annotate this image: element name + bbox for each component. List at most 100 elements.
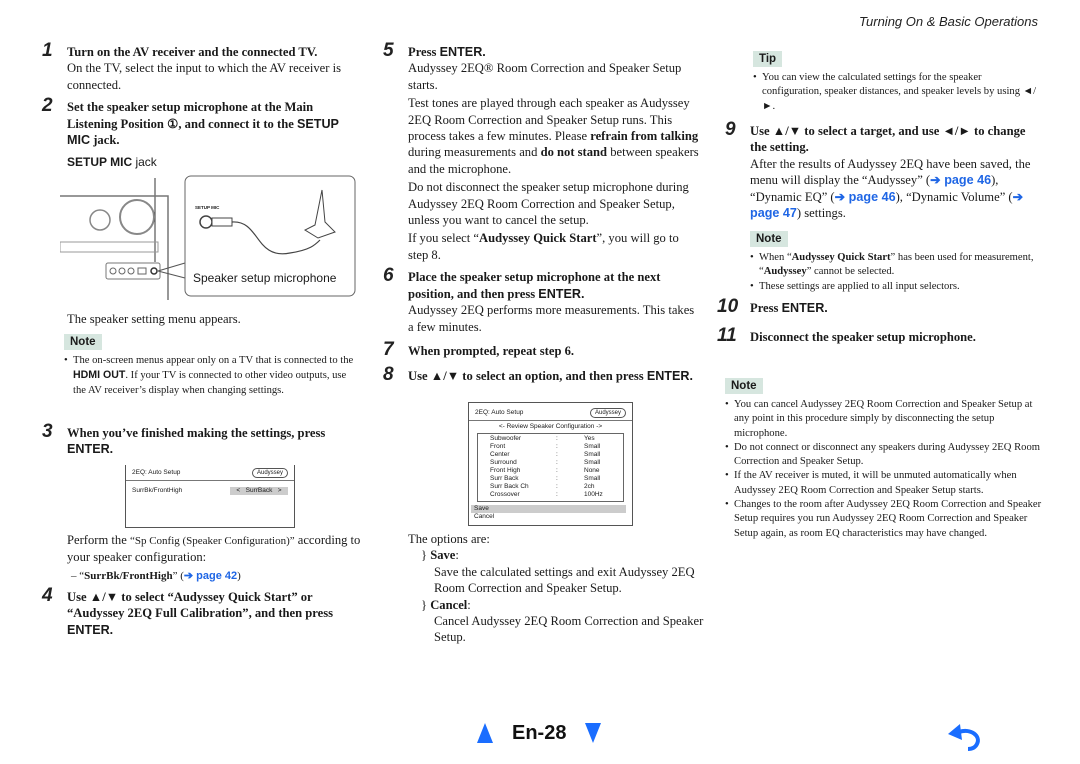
tip-box: Tip You can view the calculated settings… (753, 50, 1043, 114)
option-cancel-description: Cancel Audyssey 2EQ Room Correction and … (434, 614, 704, 645)
osd-config-label: Surround (490, 459, 517, 466)
osd-title-bar: 2EQ: Auto Setup Audyssey (126, 465, 294, 481)
previous-page-icon[interactable] (476, 722, 494, 744)
caption-bold: SETUP MIC (67, 155, 133, 169)
step-2: 2 Set the speaker setup microphone at th… (42, 95, 360, 148)
osd-subtitle: <- Review Speaker Configuration -> (498, 423, 603, 430)
return-icon[interactable] (945, 722, 985, 752)
step-4-block: 4 Use ▲/▼ to select “Audyssey Quick Star… (42, 585, 360, 638)
body-text: Audyssey Quick Start (478, 231, 597, 246)
next-page-icon[interactable] (584, 722, 602, 744)
title-text: jack. (90, 133, 120, 148)
step-body: On the TV, select the input to which the… (67, 61, 341, 92)
note-1: Note The on-screen menus appear only on … (64, 333, 360, 398)
osd-config-value: 100Hz (584, 491, 603, 498)
page-link[interactable]: ➔ page 42 (184, 570, 237, 582)
item-text: ) (237, 569, 241, 582)
page-link[interactable]: ➔ page 46 (835, 190, 896, 204)
osd-cancel-option[interactable]: Cancel (469, 513, 632, 521)
title-text: Use ▲/▼ to select an option, and then pr… (408, 369, 647, 384)
note-item: When “Audyssey Quick Start” has been use… (750, 251, 1045, 280)
osd-config-row: Front: Small (478, 443, 623, 451)
step-3: 3 When you’ve finished making the settin… (42, 422, 360, 458)
osd-config-value: Yes (584, 435, 595, 442)
step-number: 5 (383, 40, 394, 61)
osd-config-label: Surr Back Ch (490, 483, 529, 490)
osd-save-option[interactable]: Save (471, 505, 626, 513)
option-label: Cancel (430, 597, 468, 612)
jack-label: SETUP MIC (195, 205, 220, 210)
middle-column: 5 Press ENTER. Audyssey 2EQ® Room Correc… (383, 40, 701, 385)
osd-config-table: Subwoofer: Yes Front: Small Center: Small Surr… (477, 433, 624, 502)
title-text: ENTER. (781, 301, 828, 315)
step-number: 2 (42, 95, 53, 117)
step-title: Use ▲/▼ to select an option, and then pr… (408, 368, 701, 384)
osd-config-row: Front High: None (478, 467, 623, 475)
tip-item: You can view the calculated settings for… (753, 71, 1043, 114)
osd-config-sep: : (556, 467, 558, 474)
step-title: Disconnect the speaker setup microphone. (750, 330, 976, 345)
note-text: The on-screen menus appear only on a TV … (73, 355, 354, 366)
item-text: ” ( (172, 569, 184, 582)
note-item: If the AV receiver is muted, it will be … (725, 469, 1043, 498)
osd-config-value: 2ch (584, 483, 595, 490)
osd-rows: Subwoofer: Yes Front: Small Center: Small Surr… (478, 435, 623, 499)
title-text: Use ▲/▼ to select “Audyssey Quick Start”… (67, 590, 334, 621)
osd-row[interactable]: SurrBk/FrontHigh < SurrBack > (126, 481, 294, 501)
note-text: ” cannot be selected. (806, 266, 895, 278)
step-title: Turn on the AV receiver and the connecte… (67, 45, 318, 59)
mic-label: Speaker setup microphone (193, 271, 337, 285)
note-text: Audyssey (763, 266, 807, 278)
step-number: 4 (42, 585, 53, 606)
page-navigation: En-28 (476, 722, 602, 744)
section-header: Turning On & Basic Operations (859, 14, 1038, 29)
osd-badge: Audyssey (589, 408, 626, 418)
options-intro: The options are: (408, 532, 490, 546)
step-number: 1 (42, 40, 53, 61)
title-text: Set the speaker setup microphone at the … (67, 100, 314, 131)
osd-config-value: Small (584, 475, 601, 482)
step-title: Press ENTER. (408, 44, 701, 60)
option-label: Save (430, 548, 456, 563)
step-title: Press ENTER. (750, 300, 1043, 316)
step-9: 9 Use ▲/▼ to select a target, and use ◄/… (725, 120, 1043, 221)
osd-row-value[interactable]: < SurrBack > (230, 487, 288, 495)
step-5: 5 Press ENTER. Audyssey 2EQ® Room Correc… (383, 40, 701, 263)
step-number: 7 (383, 338, 394, 360)
title-text: ENTER. (67, 442, 114, 457)
body-text: do not stand (540, 145, 608, 160)
left-column: 1 Turn on the AV receiver and the connec… (42, 40, 360, 148)
note-item: Changes to the room after Audyssey 2EQ R… (725, 498, 1043, 541)
options-section: The options are: } Save: Save the calcul… (408, 531, 708, 646)
title-text: Press (408, 45, 440, 59)
step-body: If you select “Audyssey Quick Start”, yo… (408, 230, 701, 263)
step-number: 10 (717, 296, 739, 317)
osd-config-value: Small (584, 451, 601, 458)
body-text: refrain from talking (590, 129, 699, 144)
title-text: ENTER. (646, 369, 693, 384)
note-label: Note (725, 378, 763, 394)
figure-caption: SETUP MIC jack (67, 154, 157, 170)
note-text: Audyssey Quick Start (791, 252, 891, 263)
osd-config-value: Small (584, 459, 601, 466)
perform-item: – “SurrBk/FrontHigh” (➔ page 42) (67, 568, 362, 584)
title-text: ENTER. (439, 45, 486, 59)
perform-text-part: Perform the (67, 533, 130, 547)
step-1: 1 Turn on the AV receiver and the connec… (42, 40, 360, 93)
step-body: Test tones are played through each speak… (408, 95, 701, 177)
title-text: Place the speaker setup microphone at th… (408, 270, 661, 301)
osd-row-label: SurrBk/FrontHigh (132, 487, 183, 494)
title-text: ENTER. (538, 286, 585, 301)
page-link[interactable]: ➔ page 46 (930, 173, 991, 187)
step-title: Use ▲/▼ to select a target, and use ◄/► … (750, 124, 1026, 155)
option-save: } Save: (421, 548, 459, 563)
osd-config-label: Front High (490, 467, 521, 474)
step-number: 11 (717, 325, 737, 347)
item-text: – “ (71, 569, 85, 582)
osd-auto-setup-screen: 2EQ: Auto Setup Audyssey SurrBk/FrontHigh… (125, 465, 295, 528)
menu-appears-text: The speaker setting menu appears. (67, 312, 241, 326)
step-3-block: 3 When you’ve finished making the settin… (42, 422, 360, 458)
osd-review-screen: 2EQ: Auto Setup Audyssey <- Review Speake… (468, 402, 633, 526)
title-text: ENTER. (67, 622, 114, 637)
note-item: The on-screen menus appear only on a TV … (64, 354, 360, 398)
